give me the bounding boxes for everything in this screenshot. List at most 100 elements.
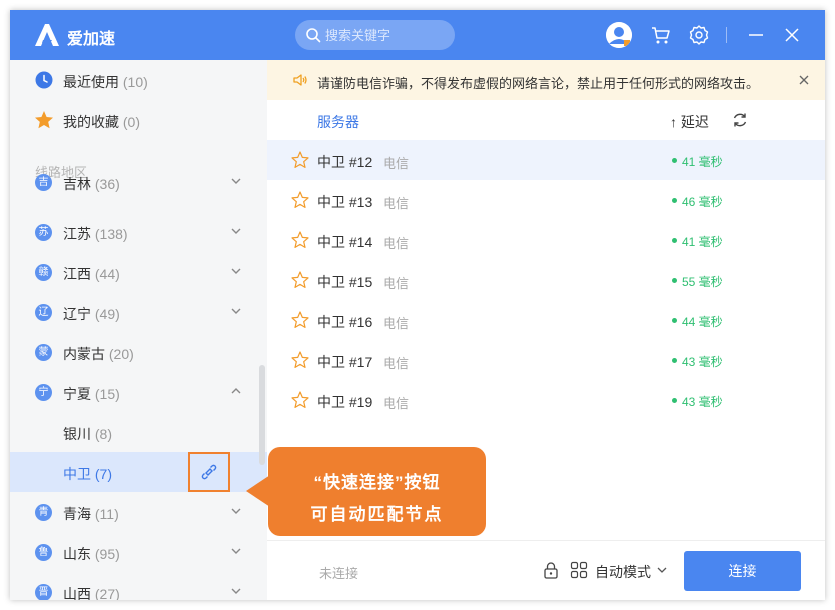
app-name: 爱加速	[67, 31, 116, 48]
region-badge-icon: 吉	[35, 174, 52, 191]
app-window: 爱加速 搜索关键字 最近使用 (10) 我的收藏 (0) 线路地区 吉 吉林 (…	[10, 10, 825, 600]
quick-connect-button[interactable]	[188, 452, 230, 492]
sidebar-item-label: 山东 (95)	[63, 546, 120, 562]
chevron-down-icon	[231, 178, 241, 184]
sidebar-item-label: 江西 (44)	[63, 266, 120, 282]
lock-icon[interactable]	[542, 561, 560, 579]
chevron-down-icon	[231, 548, 241, 554]
notice-bar: 请谨防电信诈骗，不得发布虚假的网络言论，禁止用于任何形式的网络攻击。	[267, 60, 825, 100]
connect-button[interactable]: 连接	[684, 551, 801, 591]
sidebar-item-jiangxi[interactable]: 赣 江西 (44)	[10, 252, 267, 292]
server-row[interactable]: 中卫 #15 电信 55 毫秒	[267, 260, 825, 300]
mode-grid-icon[interactable]	[570, 561, 588, 579]
close-icon[interactable]	[780, 23, 804, 47]
chevron-down-icon	[231, 268, 241, 274]
favorite-star-icon[interactable]	[291, 311, 309, 329]
sidebar-item-label: 辽宁 (49)	[63, 306, 120, 322]
sidebar-item-shandong[interactable]: 鲁 山东 (95)	[10, 532, 267, 572]
refresh-icon[interactable]	[731, 111, 749, 129]
tooltip-callout: “快速连接”按钮 可自动匹配节点	[246, 447, 486, 536]
sidebar-city-zhongwei[interactable]: 中卫 (7)	[10, 452, 267, 492]
chevron-down-icon[interactable]	[656, 564, 668, 576]
cart-icon[interactable]	[649, 23, 673, 47]
sidebar-item-label: 内蒙古 (20)	[63, 346, 134, 362]
sidebar-item-jilin[interactable]: 吉 吉林 (36)	[10, 173, 267, 193]
server-latency: 41 毫秒	[682, 155, 723, 169]
server-row[interactable]: 中卫 #14 电信 41 毫秒	[267, 220, 825, 260]
notice-text: 请谨防电信诈骗，不得发布虚假的网络言论，禁止用于任何形式的网络攻击。	[317, 76, 760, 91]
server-latency: 43 毫秒	[682, 355, 723, 369]
sidebar-city-yinchuan[interactable]: 银川 (8)	[10, 412, 267, 452]
sidebar-item-recent[interactable]: 最近使用 (10)	[10, 60, 267, 100]
sidebar-item-label: 吉林 (36)	[63, 176, 120, 192]
sidebar-scrollbar[interactable]	[259, 365, 265, 465]
user-icon	[606, 22, 632, 48]
server-column-header[interactable]: 服务器	[317, 112, 359, 132]
city-label: 银川 (8)	[63, 426, 113, 442]
footer-bar: 未连接 自动模式 连接	[267, 540, 825, 600]
avatar[interactable]	[606, 22, 632, 48]
sidebar-item-qinghai[interactable]: 青 青海 (11)	[10, 492, 267, 532]
title-bar: 爱加速	[10, 10, 825, 60]
sidebar-item-label: 最近使用 (10)	[63, 74, 148, 90]
chevron-down-icon	[231, 228, 241, 234]
chevron-down-icon	[231, 308, 241, 314]
server-latency: 46 毫秒	[682, 195, 723, 209]
server-row[interactable]: 中卫 #17 电信 43 毫秒	[267, 340, 825, 380]
server-row[interactable]: 中卫 #12 电信 41 毫秒	[267, 140, 825, 180]
region-badge-icon: 苏	[35, 224, 52, 241]
server-row[interactable]: 中卫 #19 电信 43 毫秒	[267, 380, 825, 420]
server-isp: 电信	[383, 316, 410, 331]
sidebar-item-ningxia[interactable]: 宁 宁夏 (15)	[10, 372, 267, 412]
server-name: 中卫 #15	[317, 274, 373, 290]
callout-line-2: 可自动匹配节点	[310, 505, 444, 524]
close-notice-icon[interactable]	[797, 73, 811, 87]
sidebar-item-label: 山西 (27)	[63, 586, 120, 600]
title-divider	[726, 27, 727, 43]
sidebar-item-neimenggu[interactable]: 蒙 内蒙古 (20)	[10, 332, 267, 372]
sidebar-item-liaoning[interactable]: 辽 辽宁 (49)	[10, 292, 267, 332]
server-latency: 41 毫秒	[682, 235, 723, 249]
city-label: 中卫 (7)	[63, 466, 113, 482]
sidebar-item-shanxi[interactable]: 晋 山西 (27)	[10, 572, 267, 600]
mode-select[interactable]: 自动模式	[595, 562, 651, 582]
search-input[interactable]	[325, 26, 445, 44]
server-name: 中卫 #14	[317, 234, 373, 250]
server-name: 中卫 #19	[317, 394, 373, 410]
clock-icon	[35, 71, 53, 89]
server-row[interactable]: 中卫 #16 电信 44 毫秒	[267, 300, 825, 340]
sidebar-item-favorites[interactable]: 我的收藏 (0)	[10, 100, 267, 140]
search-box[interactable]	[295, 20, 455, 50]
server-row[interactable]: 中卫 #13 电信 46 毫秒	[267, 180, 825, 220]
delay-sort-header[interactable]: ↑ 延迟	[670, 112, 709, 132]
server-latency: 55 毫秒	[682, 275, 723, 289]
callout-pointer	[246, 475, 270, 507]
server-name: 中卫 #16	[317, 314, 373, 330]
gear-icon[interactable]	[687, 23, 711, 47]
server-name: 中卫 #12	[317, 154, 373, 170]
server-name: 中卫 #13	[317, 194, 373, 210]
sidebar-item-label: 青海 (11)	[63, 506, 119, 522]
favorite-star-icon[interactable]	[291, 231, 309, 249]
favorite-star-icon[interactable]	[291, 191, 309, 209]
favorite-star-icon[interactable]	[291, 391, 309, 409]
server-isp: 电信	[383, 396, 410, 411]
region-badge-icon: 青	[35, 504, 52, 521]
favorite-star-icon[interactable]	[291, 271, 309, 289]
search-icon	[306, 28, 321, 43]
server-isp: 电信	[383, 236, 410, 251]
callout-line-1: “快速连接”按钮	[313, 473, 441, 492]
server-latency: 43 毫秒	[682, 395, 723, 409]
region-badge-icon: 辽	[35, 304, 52, 321]
server-isp: 电信	[383, 156, 410, 171]
connection-status: 未连接	[319, 566, 359, 581]
favorite-star-icon[interactable]	[291, 151, 309, 169]
region-badge-icon: 晋	[35, 584, 52, 600]
favorite-star-icon[interactable]	[291, 351, 309, 369]
speaker-icon	[293, 74, 307, 86]
sidebar-item-label: 江苏 (138)	[63, 226, 128, 242]
server-name: 中卫 #17	[317, 354, 373, 370]
minimize-icon[interactable]	[744, 23, 768, 47]
sidebar: 最近使用 (10) 我的收藏 (0) 线路地区 吉 吉林 (36) 苏 江苏 (…	[10, 60, 267, 600]
sidebar-item-jiangsu[interactable]: 苏 江苏 (138)	[10, 212, 267, 252]
